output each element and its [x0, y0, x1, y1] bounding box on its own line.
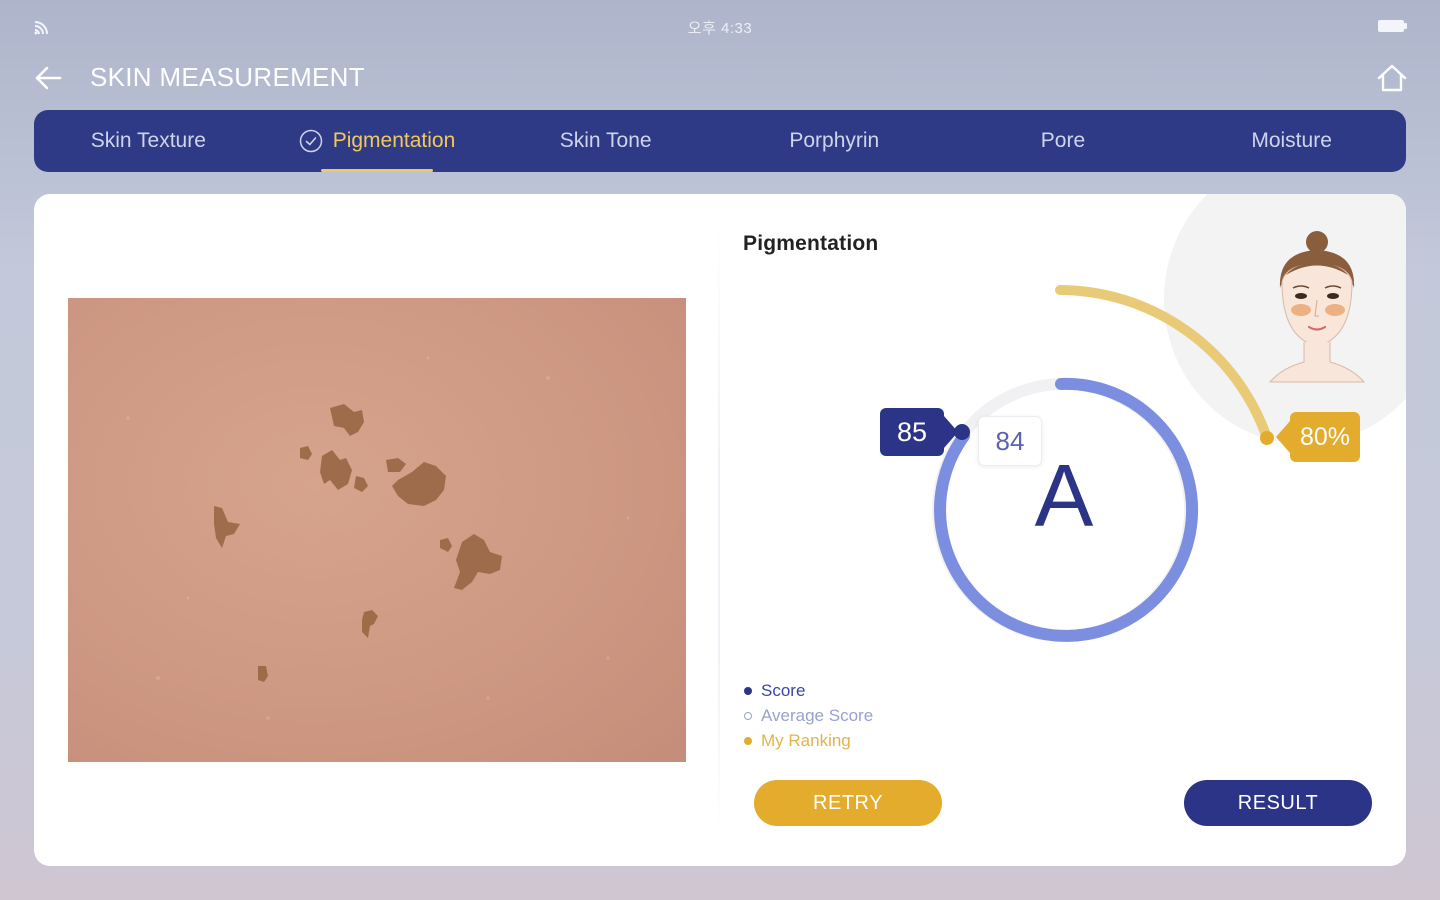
ranking-marker: [1260, 431, 1274, 445]
chart-legend: Score Average Score My Ranking: [744, 678, 873, 753]
tab-porphyrin[interactable]: Porphyrin: [720, 110, 949, 172]
tab-label: Porphyrin: [789, 129, 880, 152]
app-bar: SKIN MEASUREMENT: [0, 50, 1440, 106]
battery-icon: [1378, 20, 1407, 32]
ranking-badge: 80%: [1276, 412, 1360, 462]
result-card: Pigmentation 85 84 A 80% Score Average S…: [34, 194, 1406, 866]
tab-label: Pore: [1040, 129, 1086, 152]
legend-label: Average Score: [761, 705, 874, 725]
legend-average: Average Score: [744, 703, 873, 728]
tab-label: Pigmentation: [332, 129, 456, 152]
page-title: SKIN MEASUREMENT: [90, 62, 365, 92]
legend-label: Score: [761, 680, 806, 700]
tab-pore[interactable]: Pore: [949, 110, 1178, 172]
legend-ranking: My Ranking: [744, 728, 873, 753]
legend-dot: [744, 736, 752, 745]
legend-label: My Ranking: [761, 730, 851, 750]
status-bar: 오후 4:33: [0, 0, 1440, 50]
score-badge: 85: [880, 408, 958, 456]
face-illustration: [1268, 231, 1366, 383]
result-button[interactable]: RESULT: [1184, 780, 1372, 826]
score-marker: [954, 424, 970, 440]
tab-label: Moisture: [1251, 129, 1332, 152]
arrow-left-icon[interactable]: [30, 60, 66, 96]
tab-skin-tone[interactable]: Skin Tone: [491, 110, 720, 172]
home-icon[interactable]: [1374, 60, 1410, 96]
legend-score: Score: [744, 678, 873, 703]
measurement-tabs: Skin Texture Pigmentation Skin Tone Porp…: [34, 110, 1406, 172]
grade-letter: A: [1034, 446, 1094, 545]
legend-dot: [744, 711, 752, 720]
check-circle-icon: [299, 129, 322, 153]
skin-magnified-image: [68, 298, 686, 762]
section-title: Pigmentation: [743, 232, 879, 255]
divider: [718, 224, 720, 834]
tab-label: Skin Tone: [559, 129, 652, 152]
legend-dot: [744, 686, 752, 695]
status-time: 오후 4:33: [687, 20, 753, 37]
tab-moisture[interactable]: Moisture: [1177, 110, 1406, 172]
retry-button[interactable]: RETRY: [754, 780, 942, 826]
tab-pigmentation[interactable]: Pigmentation: [263, 110, 492, 172]
tab-skin-texture[interactable]: Skin Texture: [34, 110, 263, 172]
tab-label: Skin Texture: [90, 129, 206, 152]
